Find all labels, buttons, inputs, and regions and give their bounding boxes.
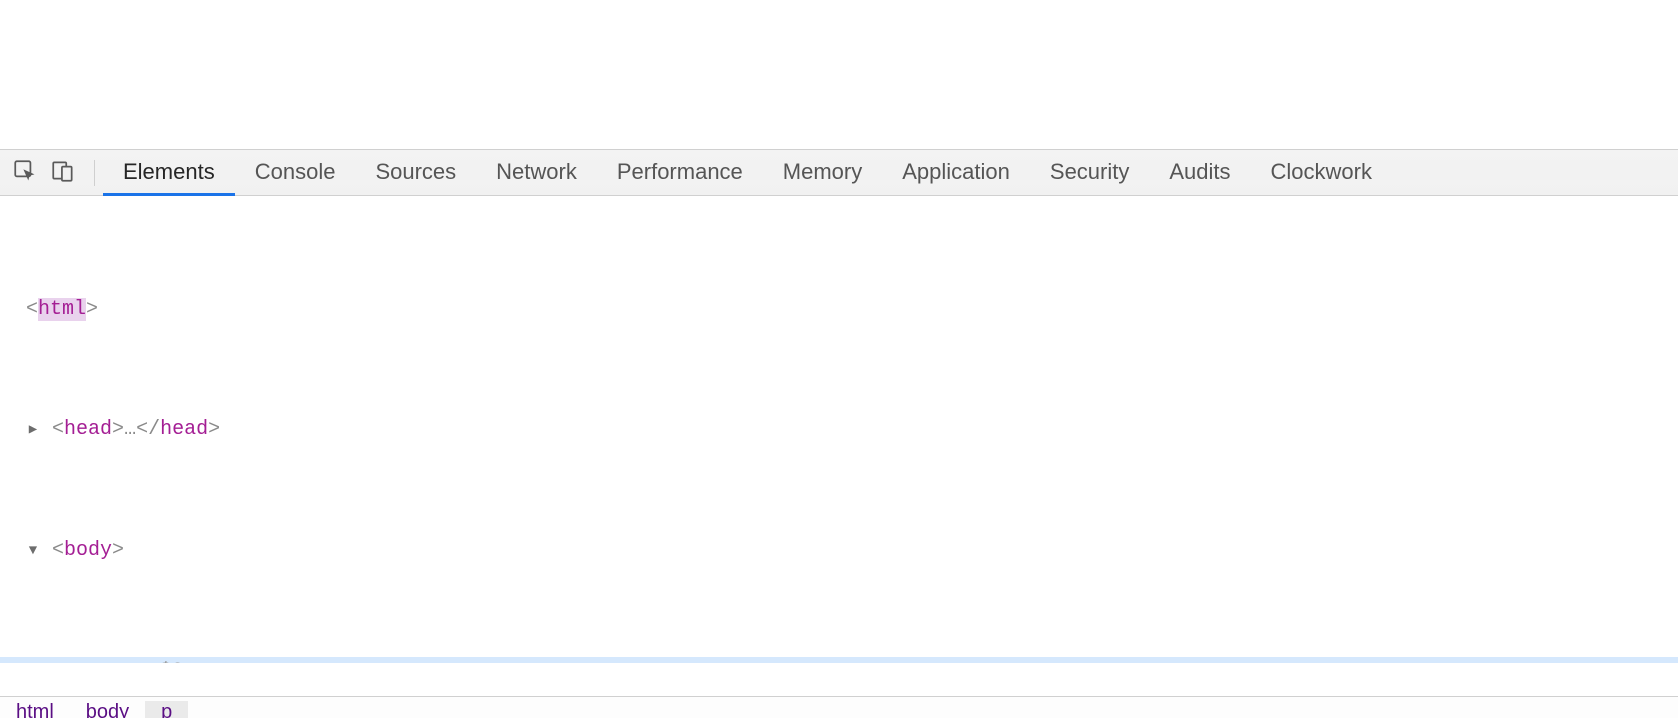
node-html-open[interactable]: <html> [0, 295, 1678, 325]
node-head[interactable]: <head>…</head> [0, 415, 1678, 446]
device-toolbar-icon[interactable] [50, 158, 76, 187]
breadcrumb-body[interactable]: body [70, 701, 145, 718]
tab-network[interactable]: Network [476, 151, 597, 196]
tab-application[interactable]: Application [882, 151, 1030, 196]
tag-p: p [86, 660, 98, 663]
context-menu-icon[interactable]: ••• [4, 657, 36, 663]
page-render-area [0, 0, 1678, 150]
tag-head-close: head [160, 418, 208, 441]
node-p-open-selected[interactable]: ••• <p> == $0 [0, 657, 1678, 663]
collapse-arrow-icon[interactable] [48, 657, 62, 663]
toolbar-separator [94, 160, 95, 186]
devtools-tabs: Elements Console Sources Network Perform… [103, 150, 1392, 195]
tag-body: body [64, 539, 112, 562]
node-body-open[interactable]: <body> [0, 536, 1678, 567]
breadcrumb-bar: html body p [0, 696, 1678, 718]
collapsed-ellipsis: … [124, 418, 136, 441]
devtools-toolbar: Elements Console Sources Network Perform… [0, 150, 1678, 196]
tab-audits[interactable]: Audits [1149, 151, 1250, 196]
selection-equals: == [110, 660, 158, 663]
tab-console[interactable]: Console [235, 151, 356, 196]
tag-head: head [64, 418, 112, 441]
tab-sources[interactable]: Sources [355, 151, 476, 196]
breadcrumb-p[interactable]: p [145, 701, 188, 718]
selection-var: $0 [158, 660, 182, 663]
breadcrumb-html[interactable]: html [0, 701, 70, 718]
inspect-element-icon[interactable] [12, 158, 38, 187]
tab-performance[interactable]: Performance [597, 151, 763, 196]
expand-arrow-icon[interactable] [26, 415, 40, 445]
tab-elements[interactable]: Elements [103, 151, 235, 196]
tab-security[interactable]: Security [1030, 151, 1149, 196]
collapse-arrow-icon[interactable] [26, 536, 40, 566]
tag-html: html [38, 298, 86, 321]
tab-clockwork[interactable]: Clockwork [1251, 151, 1392, 196]
tab-memory[interactable]: Memory [763, 151, 882, 196]
dom-tree[interactable]: <html> <head>…</head> <body> ••• <p> == … [0, 197, 1678, 663]
